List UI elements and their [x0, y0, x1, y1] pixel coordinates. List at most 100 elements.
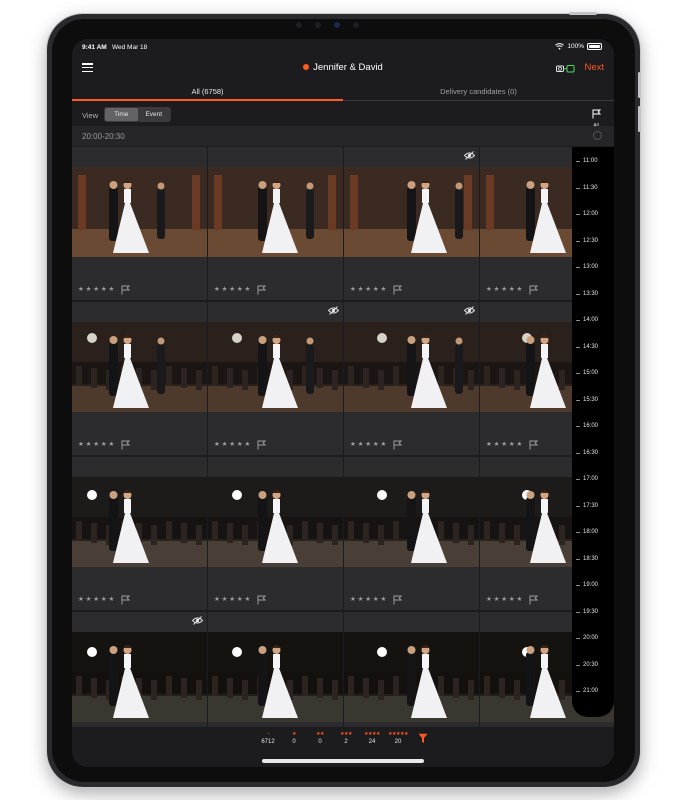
tab-all[interactable]: All (6758) [72, 87, 343, 96]
flag-icon[interactable] [529, 440, 539, 450]
timeline-tick[interactable]: 17:00 [576, 476, 614, 482]
flag-icon[interactable] [393, 595, 403, 605]
timeline-tick[interactable]: 18:00 [576, 529, 614, 535]
flag-icon[interactable] [121, 440, 131, 450]
flag-icon[interactable] [257, 440, 267, 450]
flag-icon[interactable] [393, 440, 403, 450]
timeline-tick[interactable]: 14:00 [576, 317, 614, 323]
timeline-tick[interactable]: 11:30 [576, 185, 614, 191]
timeline-tick[interactable]: 20:00 [576, 635, 614, 641]
photo-thumbnail[interactable] [72, 322, 207, 412]
photo-cell[interactable]: ★ ★ ★ ★ ★ [344, 147, 479, 300]
rating-stars[interactable]: ★ ★ ★ ★ ★ [350, 441, 386, 449]
view-mode-event-button[interactable]: Event [138, 108, 171, 121]
timeline-tick[interactable]: 17:30 [576, 503, 614, 509]
hidden-eye-icon[interactable] [192, 616, 203, 625]
photo-rating: ★ ★ ★ ★ ★ [486, 285, 539, 295]
rating-stars[interactable]: ★ ★ ★ ★ ★ [486, 286, 522, 294]
status-time: 9:41 AM [82, 44, 107, 51]
time-section-header: 20:00-20:30 [72, 126, 614, 146]
camera-connection-icon[interactable] [556, 63, 575, 74]
timeline-tick[interactable]: 19:00 [576, 582, 614, 588]
rating-stars[interactable]: ★ ★ ★ ★ ★ [486, 596, 522, 604]
filter-funnel-icon[interactable] [418, 733, 428, 744]
rating-filter[interactable]: – 6712 [255, 731, 281, 746]
rating-filter[interactable]: ★★★★ 24 [359, 731, 385, 746]
battery-percent: 100% [567, 43, 584, 50]
timeline-tick[interactable]: 21:00 [576, 688, 614, 694]
timeline-tick[interactable]: 12:30 [576, 238, 614, 244]
photo-cell[interactable]: ★ ★ ★ ★ ★ [344, 302, 479, 455]
flag-icon[interactable] [121, 595, 131, 605]
hidden-eye-icon[interactable] [464, 306, 475, 315]
photo-thumbnail[interactable] [344, 632, 479, 722]
flag-icon [592, 109, 601, 119]
photo-rating: ★ ★ ★ ★ ★ [214, 595, 267, 605]
status-right: 100% [555, 43, 602, 50]
timeline-tick[interactable]: 12:00 [576, 211, 614, 217]
rating-stars[interactable]: ★ ★ ★ ★ ★ [78, 596, 114, 604]
rating-stars[interactable]: ★ ★ ★ ★ ★ [350, 286, 386, 294]
timeline-scrubber[interactable]: 11:00 11:30 12:00 12:30 13:00 13:30 14:00 14:30… [572, 147, 614, 717]
photo-cell[interactable]: ★ ★ ★ ★ ★ [72, 457, 207, 610]
photo-thumbnail[interactable] [72, 167, 207, 257]
flag-icon[interactable] [257, 595, 267, 605]
photo-cell[interactable]: ★ ★ ★ ★ ★ [344, 457, 479, 610]
timeline-tick[interactable]: 16:00 [576, 423, 614, 429]
photo-thumbnail[interactable] [208, 477, 343, 567]
battery-icon [587, 43, 602, 50]
filter-count: 0 [318, 739, 322, 745]
flag-icon[interactable] [393, 285, 403, 295]
tab-delivery-candidates[interactable]: Delivery candidates (0) [343, 87, 614, 96]
hidden-eye-icon[interactable] [328, 306, 339, 315]
photo-tabs: All (6758) Delivery candidates (0) [72, 83, 614, 101]
rating-filter[interactable]: ★★ 0 [307, 731, 333, 746]
photo-cell[interactable]: ★ ★ ★ ★ ★ [72, 302, 207, 455]
rating-stars[interactable]: ★ ★ ★ ★ ★ [214, 596, 250, 604]
photo-thumbnail[interactable] [208, 167, 343, 257]
rating-filter[interactable]: ★★★★★ 20 [385, 731, 411, 746]
timeline-tick[interactable]: 15:30 [576, 397, 614, 403]
photo-cell[interactable]: ★ ★ ★ ★ ★ [72, 147, 207, 300]
photo-thumbnail[interactable] [344, 167, 479, 257]
photo-cell[interactable]: ★ ★ ★ ★ ★ [208, 147, 343, 300]
photo-thumbnail[interactable] [208, 322, 343, 412]
photo-cell[interactable]: ★ ★ ★ ★ ★ [208, 457, 343, 610]
timeline-tick[interactable]: 16:30 [576, 450, 614, 456]
photo-thumbnail[interactable] [344, 477, 479, 567]
rating-stars[interactable]: ★ ★ ★ ★ ★ [350, 596, 386, 604]
rating-filter-bar: –6712 ★ 0 ★★ 0 ★★★ 2 ★★★★ 24 ★★★★★ 20 [72, 727, 614, 767]
timeline-tick[interactable]: 20:30 [576, 662, 614, 668]
hidden-eye-icon[interactable] [464, 151, 475, 160]
app-screen: 9:41 AM Wed Mar 18 100% Jennifer & David… [72, 39, 614, 767]
photo-thumbnail[interactable] [344, 322, 479, 412]
photo-cell[interactable]: ★ ★ ★ ★ ★ [208, 302, 343, 455]
rating-stars[interactable]: ★ ★ ★ ★ ★ [486, 441, 522, 449]
timeline-tick[interactable]: 19:30 [576, 609, 614, 615]
timeline-tick[interactable]: 13:00 [576, 264, 614, 270]
view-mode-time-button[interactable]: Time [105, 108, 138, 121]
photo-thumbnail[interactable] [208, 632, 343, 722]
timeline-tick[interactable]: 14:30 [576, 344, 614, 350]
navigation-bar: Jennifer & David Next [72, 55, 614, 83]
timeline-tick[interactable]: 11:00 [576, 158, 614, 164]
home-indicator[interactable] [262, 759, 424, 763]
rating-filter[interactable]: ★ 0 [281, 731, 307, 746]
volume-down-button [638, 106, 641, 132]
timeline-tick[interactable]: 13:30 [576, 291, 614, 297]
rating-filter[interactable]: ★★★ 2 [333, 731, 359, 746]
next-button[interactable]: Next [584, 62, 604, 73]
flag-icon[interactable] [529, 595, 539, 605]
photo-thumbnail[interactable] [72, 632, 207, 722]
rating-stars[interactable]: ★ ★ ★ ★ ★ [214, 441, 250, 449]
flag-icon[interactable] [529, 285, 539, 295]
rating-stars[interactable]: ★ ★ ★ ★ ★ [78, 286, 114, 294]
flag-icon[interactable] [257, 285, 267, 295]
rating-stars[interactable]: ★ ★ ★ ★ ★ [78, 441, 114, 449]
timeline-tick[interactable]: 15:00 [576, 370, 614, 376]
timeline-tick[interactable]: 18:30 [576, 556, 614, 562]
flag-icon[interactable] [121, 285, 131, 295]
photo-rating: ★ ★ ★ ★ ★ [78, 440, 131, 450]
photo-thumbnail[interactable] [72, 477, 207, 567]
rating-stars[interactable]: ★ ★ ★ ★ ★ [214, 286, 250, 294]
